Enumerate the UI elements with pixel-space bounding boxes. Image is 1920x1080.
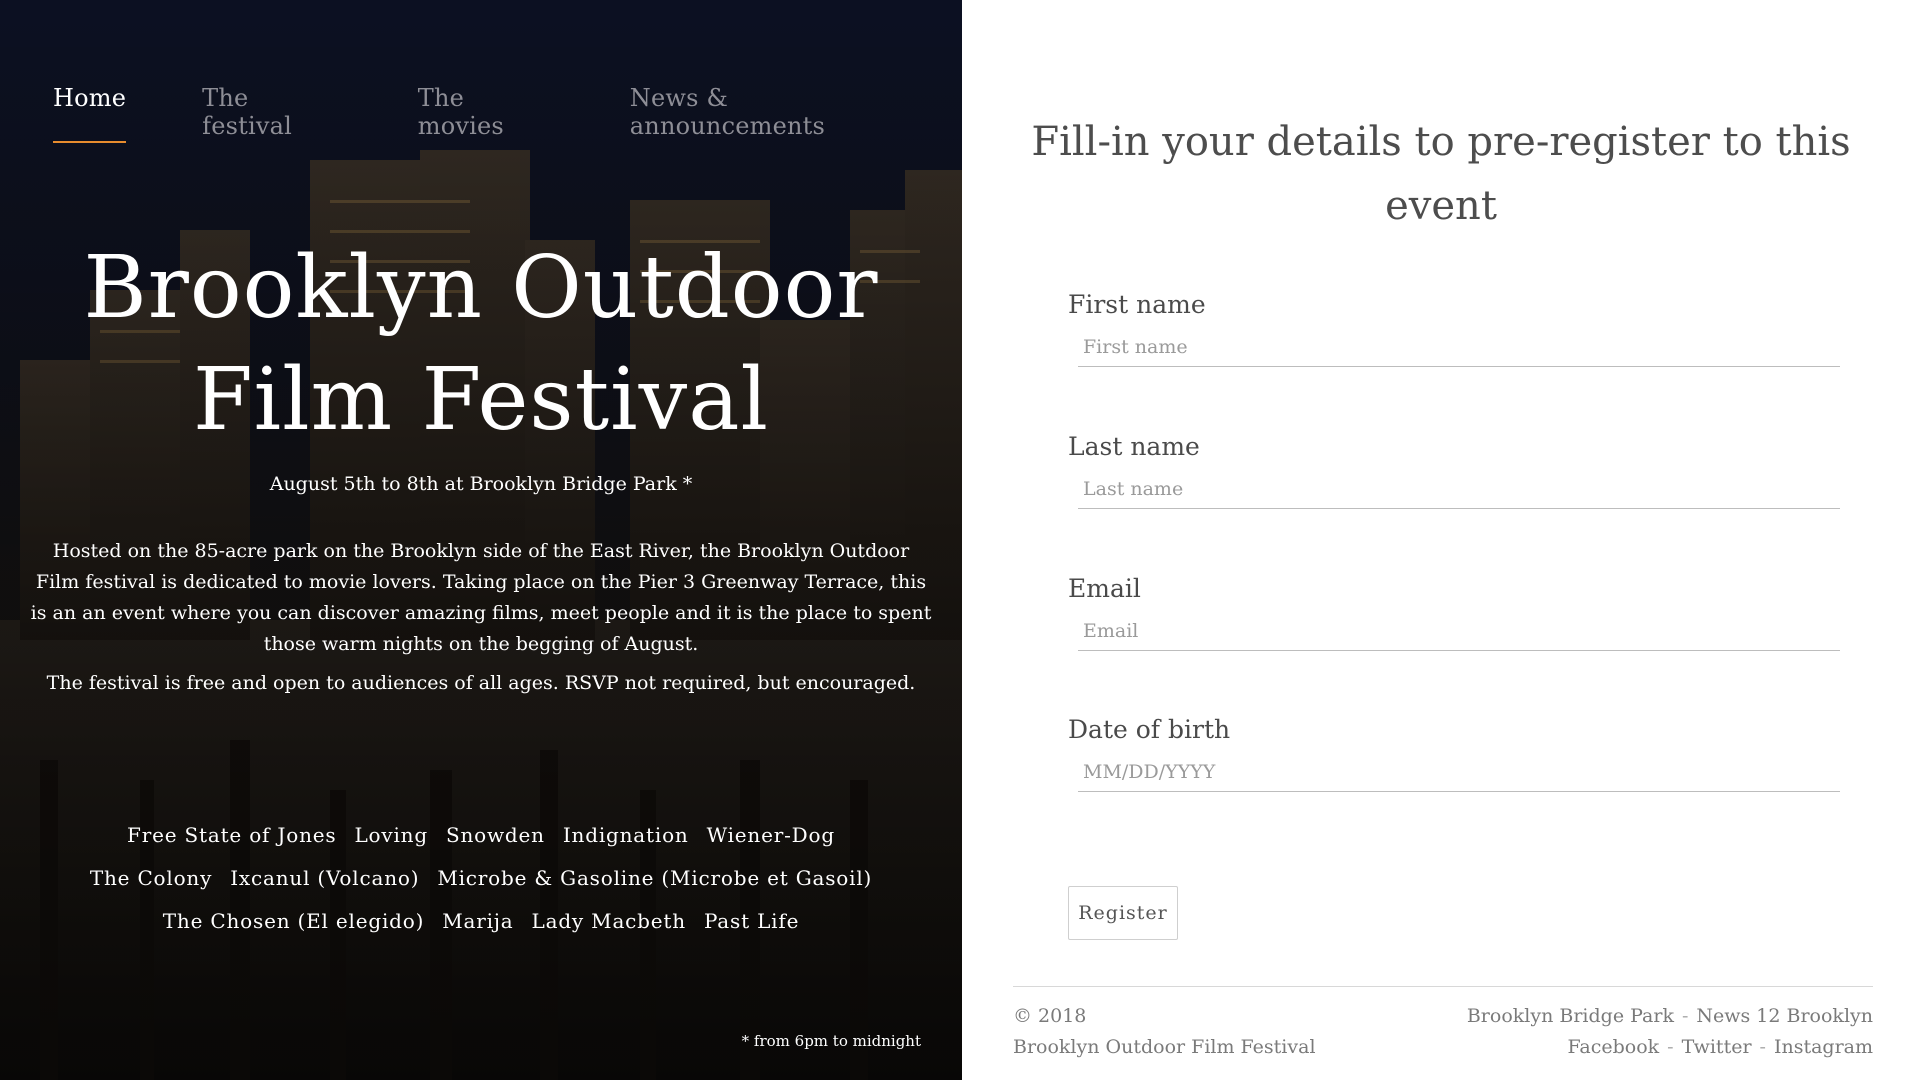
- footer-left: © 2018 Brooklyn Outdoor Film Festival: [1013, 1001, 1316, 1063]
- festival-description: Hosted on the 85-acre park on the Brookl…: [30, 540, 932, 655]
- nav-home[interactable]: Home: [53, 84, 127, 143]
- movie-list: Free State of Jones Loving Snowden Indignat…: [80, 814, 882, 943]
- footer-separator: -: [1681, 1005, 1689, 1027]
- nav-the-movies[interactable]: The movies: [418, 84, 554, 143]
- footer-links: Brooklyn Bridge Park - News 12 Brooklyn Fa…: [1467, 1001, 1873, 1063]
- festival-free-note: The festival is free and open to audienc…: [46, 672, 916, 694]
- footer-link-facebook[interactable]: Facebook: [1568, 1036, 1660, 1058]
- footer-org-name: Brooklyn Outdoor Film Festival: [1013, 1036, 1316, 1058]
- footer-link-twitter[interactable]: Twitter: [1682, 1036, 1752, 1058]
- nav-the-festival[interactable]: The festival: [202, 84, 342, 143]
- movie-item: Past Life: [703, 909, 800, 933]
- footer-separator: -: [1759, 1036, 1766, 1058]
- movie-item: Marija: [442, 909, 514, 933]
- movie-item: Microbe & Gasoline (Microbe et Gasoil): [437, 866, 873, 890]
- email-label: Email: [1068, 574, 1141, 603]
- first-name-label: First name: [1068, 290, 1206, 319]
- footer-link-brooklyn-bridge-park[interactable]: Brooklyn Bridge Park: [1467, 1005, 1674, 1027]
- movie-item: Wiener-Dog: [706, 823, 835, 847]
- main-nav: Home The festival The movies News & anno…: [53, 84, 922, 143]
- footer-separator: -: [1667, 1036, 1674, 1058]
- email-input[interactable]: [1078, 617, 1840, 651]
- festival-dates: August 5th to 8th at Brooklyn Bridge Par…: [269, 473, 693, 495]
- movie-item: Indignation: [562, 823, 689, 847]
- hero-title-line1: Brooklyn Outdoor: [83, 238, 879, 338]
- last-name-label: Last name: [1068, 432, 1200, 461]
- first-name-group: First name: [1068, 290, 1840, 367]
- movie-item: Free State of Jones: [127, 823, 337, 847]
- hours-footnote: * from 6pm to midnight: [741, 1032, 921, 1050]
- register-button[interactable]: Register: [1068, 886, 1178, 940]
- nav-news-announcements[interactable]: News & announcements: [630, 84, 922, 143]
- last-name-group: Last name: [1068, 432, 1840, 509]
- date-of-birth-group: Date of birth: [1068, 715, 1840, 792]
- footer-link-instagram[interactable]: Instagram: [1774, 1036, 1873, 1058]
- copyright: © 2018: [1013, 1005, 1087, 1027]
- movie-item: Ixcanul (Volcano): [230, 866, 420, 890]
- movie-item: Snowden: [445, 823, 545, 847]
- email-group: Email: [1068, 574, 1840, 651]
- movie-item: The Chosen (El elegido): [162, 909, 425, 933]
- registration-panel: Fill-in your details to pre-register to …: [962, 0, 1920, 1080]
- date-of-birth-input[interactable]: [1078, 758, 1840, 792]
- date-of-birth-label: Date of birth: [1068, 715, 1231, 744]
- hero-title-line2: Film Festival: [193, 350, 769, 450]
- movie-item: The Colony: [89, 866, 213, 890]
- movie-item: Lady Macbeth: [531, 909, 686, 933]
- page-footer: © 2018 Brooklyn Outdoor Film Festival Br…: [1013, 986, 1873, 1063]
- last-name-input[interactable]: [1078, 475, 1840, 509]
- hero-title: Brooklyn Outdoor Film Festival: [0, 232, 962, 456]
- form-title: Fill-in your details to pre-register to …: [1031, 119, 1851, 229]
- first-name-input[interactable]: [1078, 333, 1840, 367]
- footer-link-news-12-brooklyn[interactable]: News 12 Brooklyn: [1696, 1005, 1873, 1027]
- hero-panel: Home The festival The movies News & anno…: [0, 0, 962, 1080]
- movie-item: Loving: [354, 823, 428, 847]
